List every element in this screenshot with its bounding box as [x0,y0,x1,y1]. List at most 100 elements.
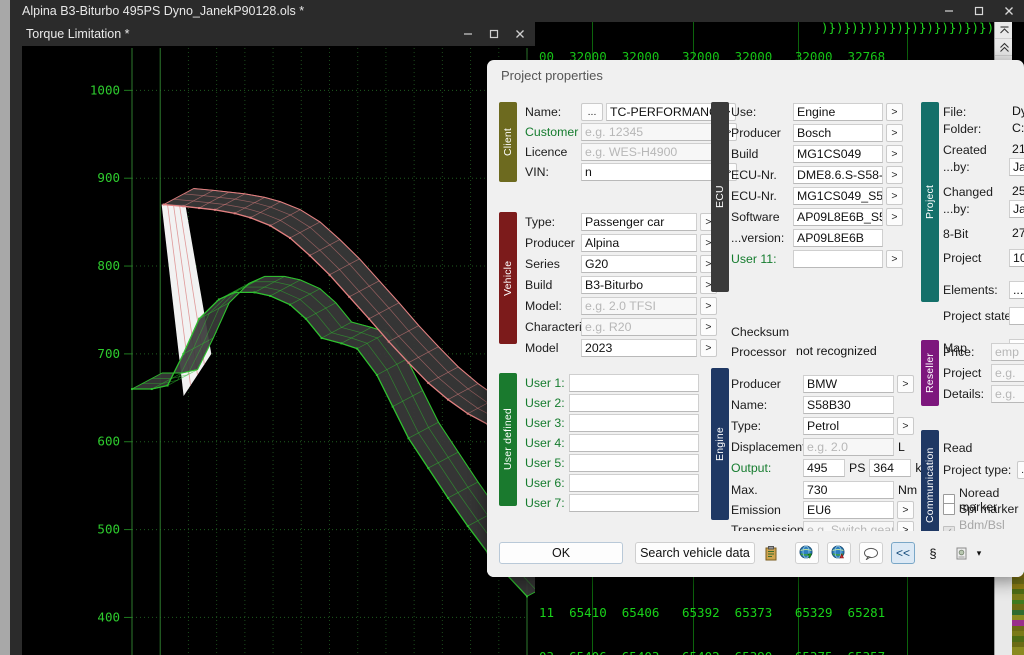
client-field-1-browse-button[interactable]: ... [581,103,603,121]
ecu-field-6-arrow-icon[interactable]: > [886,208,903,226]
user-defined-field-4-input[interactable] [569,434,699,452]
client-field-4-input[interactable]: n [581,163,717,181]
client-field-3-input[interactable]: e.g. WES-H4900 [581,143,717,161]
checkbox-icon[interactable] [943,503,955,515]
mdi-minimize-icon[interactable] [455,22,481,46]
group-banner-client: Client [499,102,517,182]
user-defined-field-1-input[interactable] [569,374,699,392]
ecu-field-2-input[interactable]: Bosch [793,124,883,142]
reseller-field-1-input[interactable]: emp [991,343,1024,361]
client-field-3: Licence e.g. WES-H4900 [525,142,717,162]
group-banner-vehicle-label: Vehicle [502,260,514,296]
user-defined-field-2-label: User 2: [525,396,565,410]
collapse-label: << [895,546,910,560]
dropdown-icon[interactable]: ▾ [973,542,985,564]
vehicle-field-4-input[interactable]: B3-Biturbo [581,276,697,294]
group-banner-ecu: ECU [711,102,729,292]
hex-row: 11 65410 65406 65392 65373 65329 65281 [539,605,886,621]
engine-output-label: Output: [731,461,772,475]
project-field-10-value[interactable] [1009,307,1024,325]
engine-output-ps-input[interactable]: 495 [803,459,845,477]
hex-row: 03 65406 65403 65402 65390 65375 65357 [539,649,951,655]
engine-field-4-input[interactable]: e.g. 2.0 [803,438,894,456]
user-defined-field-3-input[interactable] [569,414,699,432]
project-properties-dialog[interactable]: Project properties Client Name:... TC-PER… [487,60,1024,577]
hex-rows-bottom: 11 65410 65406 65392 65373 65329 65281 0… [539,577,951,655]
engine-emission-input[interactable]: EU6 [803,501,894,519]
project-field-4-value[interactable]: Janu [1009,158,1024,176]
communication-project-type-browse-button[interactable]: ... [1017,461,1024,479]
svg-text:700: 700 [97,346,120,361]
engine-max-unit: Nm [898,483,918,497]
ecu-field-1-input[interactable]: Engine [793,103,883,121]
svg-text:400: 400 [97,609,120,624]
ecu-field-6-input[interactable]: AP09L8E6B_S530_ [793,208,883,226]
user-defined-field-5-label: User 5: [525,456,565,470]
comment-icon[interactable] [859,542,883,564]
torque-map-plot[interactable]: 1000 900 800 700 600 500 400 [22,46,535,655]
ecu-field-1-arrow-icon[interactable]: > [886,103,903,121]
project-field-8-value[interactable]: 10.0 [1009,249,1024,267]
ecu-field-4-input[interactable]: DME8.6.S-S58-TL [793,166,883,184]
engine-field-3-input[interactable]: Petrol [803,417,894,435]
close-icon[interactable] [994,0,1024,22]
engine-emission-arrow-icon[interactable]: > [897,501,914,519]
globe-download-icon[interactable] [795,542,819,564]
user-defined-field-7-input[interactable] [569,494,699,512]
engine-field-1-arrow-icon[interactable]: > [897,375,914,393]
vehicle-field-1-input[interactable]: Passenger car [581,213,697,231]
ecu-processor-value: not recognized [796,344,877,358]
vehicle-field-7-arrow-icon[interactable]: > [700,339,717,357]
section-icon[interactable]: § [921,542,945,564]
project-field-7-value: 278 [1012,226,1024,240]
project-field-6-value[interactable]: Janu [1009,200,1024,218]
reseller-field-2-input[interactable]: e.g. [991,364,1024,382]
reseller-field-3-input[interactable]: e.g. [991,385,1024,403]
engine-max-input[interactable]: 730 [803,481,894,499]
ok-button[interactable]: OK [499,542,623,564]
vehicle-field-3-input[interactable]: G20 [581,255,697,273]
vehicle-field-5-input[interactable]: e.g. 2.0 TFSI [581,297,697,315]
vehicle-field-6-input[interactable]: e.g. R20 [581,318,697,336]
vehicle-field-6-arrow-icon[interactable]: > [700,318,717,336]
vehicle-field-7-input[interactable]: 2023 [581,339,697,357]
client-field-2-input[interactable]: e.g. 12345 [581,123,717,141]
maximize-icon[interactable] [964,0,994,22]
scroll-page-up-icon[interactable] [995,39,1013,56]
ecu-field-3-arrow-icon[interactable]: > [886,145,903,163]
client-field-1-input[interactable]: TC-PERFORMANCE [606,103,716,121]
ecu-field-4-arrow-icon[interactable]: > [886,166,903,184]
engine-field-2-input[interactable]: S58B30 [803,396,894,414]
minimize-icon[interactable] [934,0,964,22]
search-vehicle-data-button[interactable]: Search vehicle data [635,542,755,564]
ecu-field-7-input[interactable]: AP09L8E6B [793,229,883,247]
ecu-field-5-arrow-icon[interactable]: > [886,187,903,205]
mdi-close-icon[interactable] [507,22,533,46]
user-defined-field-6-input[interactable] [569,474,699,492]
client-field-1-label: Name: [525,105,562,119]
scroll-top-icon[interactable] [995,22,1013,39]
ecu-field-3-input[interactable]: MG1CS049 [793,145,883,163]
vehicle-field-2-input[interactable]: Alpina [581,234,697,252]
clipboard-icon[interactable] [759,542,783,564]
hex-brace-row: )})})})})})})})})})})})})} [821,22,1017,35]
engine-field-1-input[interactable]: BMW [803,375,894,393]
communication-checkbox-2[interactable]: Spi marker [943,502,1018,516]
user-defined-field-2-input[interactable] [569,394,699,412]
engine-output-kw-input[interactable]: 364 [869,459,912,477]
engine-emission-row: Emission EU6 > [731,500,914,520]
collapse-icon[interactable]: << [891,542,915,564]
engine-field-2-label: Name: [731,398,768,412]
ecu-field-2-arrow-icon[interactable]: > [886,124,903,142]
globe-upload-icon[interactable] [827,542,851,564]
ecu-field-8-arrow-icon[interactable]: > [886,250,903,268]
user-defined-field-5-input[interactable] [569,454,699,472]
project-field-9-value[interactable]: ... [1009,281,1024,299]
vehicle-field-5-arrow-icon[interactable]: > [700,297,717,315]
document-icon[interactable] [949,542,973,564]
ecu-field-8-input[interactable] [793,250,883,268]
mdi-maximize-icon[interactable] [481,22,507,46]
engine-field-3-arrow-icon[interactable]: > [897,417,914,435]
group-banner-user-defined: User defined [499,373,517,506]
ecu-field-5-input[interactable]: MG1CS049_S58_A [793,187,883,205]
